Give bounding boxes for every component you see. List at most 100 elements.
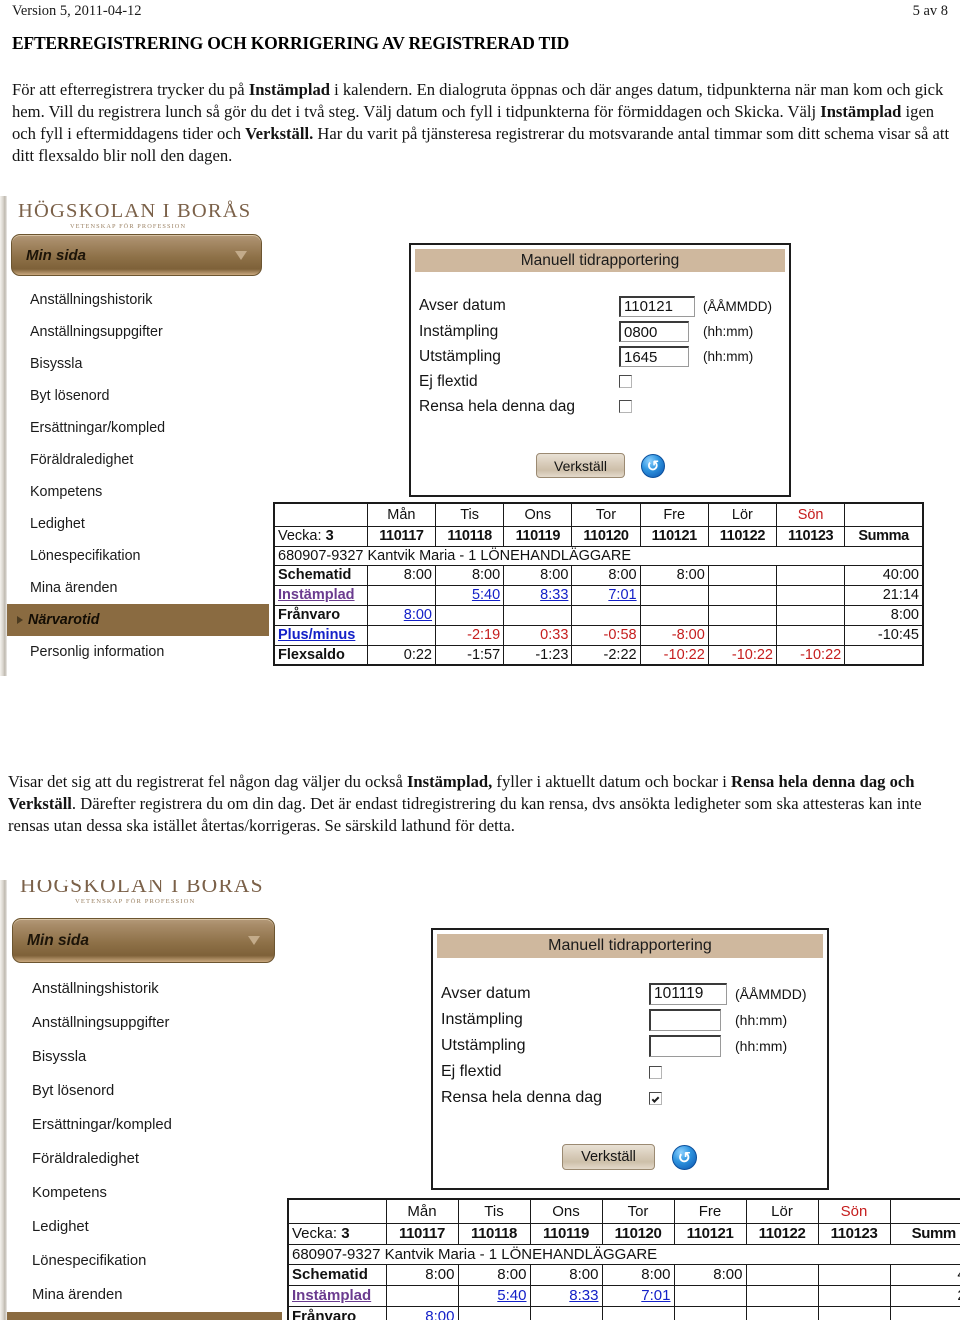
row-label-instamplad[interactable]: Instämplad	[273, 584, 368, 606]
page-title: EFTERREGISTRERING OCH KORRIGERING AV REG…	[12, 32, 570, 53]
cell-value: 8:00	[457, 1263, 531, 1286]
row-label-plus-minus[interactable]: Plus/minus	[273, 624, 368, 646]
row-label-instamplad[interactable]: Instämplad	[287, 1284, 387, 1307]
week-number: 3	[325, 528, 334, 544]
utstampling-input[interactable]: 1645	[619, 346, 689, 367]
field-row-instampling: Instämpling (hh:mm)	[441, 1007, 823, 1033]
page-indicator: 5 av 8	[912, 3, 948, 19]
cell-date: 110123	[775, 525, 846, 547]
verkstall-button[interactable]: Verkställ	[536, 453, 625, 478]
ej-flextid-checkbox[interactable]	[619, 375, 632, 388]
rensa-hela-denna-dag-checkbox[interactable]	[619, 400, 632, 413]
sidebar-item-ersattningar-kompled[interactable]: Ersättningar/kompled	[7, 412, 269, 444]
time-link[interactable]: 5:40	[472, 587, 500, 603]
week-prefix: Vecka:	[292, 1225, 342, 1242]
sidebar-item-kompetens[interactable]: Kompetens	[7, 1176, 282, 1210]
refresh-icon[interactable]: ↺	[672, 1144, 697, 1170]
sidebar-item-anstallningsuppgifter[interactable]: Anställningsuppgifter	[7, 316, 269, 348]
sidebar-item-anstallningshistorik[interactable]: Anställningshistorik	[7, 284, 269, 316]
form-fields-2: Avser datum 101119 (ÅÅMMDD) Instämpling …	[441, 980, 823, 1111]
cell-date: 110120	[571, 525, 641, 547]
time-link[interactable]: 8:00	[404, 607, 432, 623]
sidebar-item-kompetens[interactable]: Kompetens	[7, 476, 269, 508]
cell-value: 0:22	[366, 644, 436, 666]
cell-value	[707, 564, 778, 586]
cell-value[interactable]: 8:33	[503, 584, 573, 606]
cell-value[interactable]: 8:33	[529, 1284, 603, 1307]
sidebar-item-mina-arenden[interactable]: Mina ärenden	[7, 1278, 282, 1312]
sidebar-item-narvarotid[interactable]: Närvarotid	[7, 1312, 282, 1320]
sidebar-item-anstallningsuppgifter[interactable]: Anställningsuppgifter	[7, 1006, 282, 1040]
cell-value	[775, 624, 846, 646]
sidebar-item-anstallningshistorik[interactable]: Anställningshistorik	[7, 972, 282, 1006]
cell-value: -10:22	[639, 644, 709, 666]
cell-value	[775, 604, 846, 626]
rensa-hela-denna-dag-checkbox[interactable]	[649, 1091, 662, 1105]
cell-value[interactable]: 7:01	[571, 584, 641, 606]
time-link[interactable]: 7:01	[608, 587, 636, 603]
intro-paragraph: För att efterregistrera trycker du på In…	[12, 79, 950, 167]
cell-value: -1:23	[503, 644, 573, 666]
time-link[interactable]: 8:33	[569, 1287, 598, 1304]
cell-value[interactable]: 5:40	[457, 1284, 531, 1307]
cell-value[interactable]: 7:01	[601, 1284, 675, 1307]
cell-empty	[287, 1198, 387, 1224]
avser-datum-input[interactable]: 101119	[649, 982, 727, 1005]
ej-flextid-checkbox[interactable]	[649, 1065, 662, 1079]
field-hint: (hh:mm)	[735, 1012, 788, 1028]
sidebar-item-foraldraledighet[interactable]: Föräldraledighet	[7, 444, 269, 476]
sidebar-item-byt-losenord[interactable]: Byt lösenord	[7, 380, 269, 412]
sidebar-item-label: Byt lösenord	[30, 388, 110, 404]
cell-value: -2:22	[571, 644, 641, 666]
logo-tagline-text: VETENSKAP FÖR PROFESSION	[70, 223, 187, 230]
instamplad-link[interactable]: Instämplad	[278, 587, 355, 603]
instamplad-link[interactable]: Instämplad	[292, 1287, 371, 1304]
plus-minus-link[interactable]: Plus/minus	[278, 627, 355, 643]
sidebar-item-lonespecifikation[interactable]: Lönespecifikation	[7, 540, 269, 572]
checkbox-label: Rensa hela denna dag	[419, 397, 575, 415]
time-link[interactable]: 8:33	[540, 587, 568, 603]
sidebar-item-label: Ersättningar/kompled	[30, 420, 166, 436]
cell-summa-header: Summa	[844, 525, 924, 547]
checkbox-row-ej-flextid: Ej flextid	[441, 1059, 823, 1085]
sidebar-item-ersattningar-kompled[interactable]: Ersättningar/kompled	[7, 1108, 282, 1142]
sidebar-header-dropdown-2[interactable]: Min sida	[12, 918, 275, 963]
sidebar-item-label: Föräldraledighet	[32, 1151, 139, 1167]
instampling-input[interactable]: 0800	[619, 321, 689, 342]
cell-value[interactable]: 8:00	[385, 1305, 459, 1320]
sidebar-item-bisyssla[interactable]: Bisyssla	[7, 1040, 282, 1074]
cell-value	[775, 564, 846, 586]
refresh-icon[interactable]: ↺	[641, 453, 665, 478]
cell-value	[639, 584, 709, 606]
cell-value: 8:00	[366, 564, 436, 586]
time-link[interactable]: 5:40	[497, 1287, 526, 1304]
row-label-flexsaldo: Flexsaldo	[273, 644, 368, 666]
utstampling-input[interactable]	[649, 1035, 721, 1057]
chevron-down-icon	[235, 250, 247, 260]
cell-value	[745, 1263, 819, 1286]
sidebar-item-label: Lönespecifikation	[30, 548, 141, 564]
checkbox-label: Ej flextid	[441, 1063, 502, 1080]
sidebar-item-label: Kompetens	[30, 484, 103, 500]
sidebar-item-narvarotid[interactable]: Närvarotid	[7, 604, 269, 636]
cell-value[interactable]: 5:40	[434, 584, 505, 606]
sidebar-header-dropdown[interactable]: Min sida	[11, 234, 262, 276]
sidebar-item-bisyssla[interactable]: Bisyssla	[7, 348, 269, 380]
cell-value: -2:19	[434, 624, 505, 646]
instampling-input[interactable]	[649, 1009, 721, 1031]
sidebar-item-mina-arenden[interactable]: Mina ärenden	[7, 572, 269, 604]
sidebar-item-lonespecifikation[interactable]: Lönespecifikation	[7, 1244, 282, 1278]
verkstall-button[interactable]: Verkställ	[562, 1144, 655, 1170]
week-summary-table-2: Mån Tis Ons Tor Fre Lör Sön Vecka: 3 110…	[287, 1198, 960, 1320]
sidebar-item-ledighet[interactable]: Ledighet	[7, 1210, 282, 1244]
p1-seg1: För att efterregistrera trycker du på	[12, 79, 249, 99]
cell-value[interactable]: 8:00	[366, 604, 436, 626]
cell-value	[745, 1305, 819, 1320]
sidebar-item-foraldraledighet[interactable]: Föräldraledighet	[7, 1142, 282, 1176]
avser-datum-input[interactable]: 110121	[619, 295, 695, 317]
sidebar-item-byt-losenord[interactable]: Byt lösenord	[7, 1074, 282, 1108]
sidebar-item-personlig-information[interactable]: Personlig information	[7, 636, 269, 668]
time-link[interactable]: 8:00	[425, 1308, 454, 1320]
sidebar-item-ledighet[interactable]: Ledighet	[7, 508, 269, 540]
time-link[interactable]: 7:01	[641, 1287, 670, 1304]
